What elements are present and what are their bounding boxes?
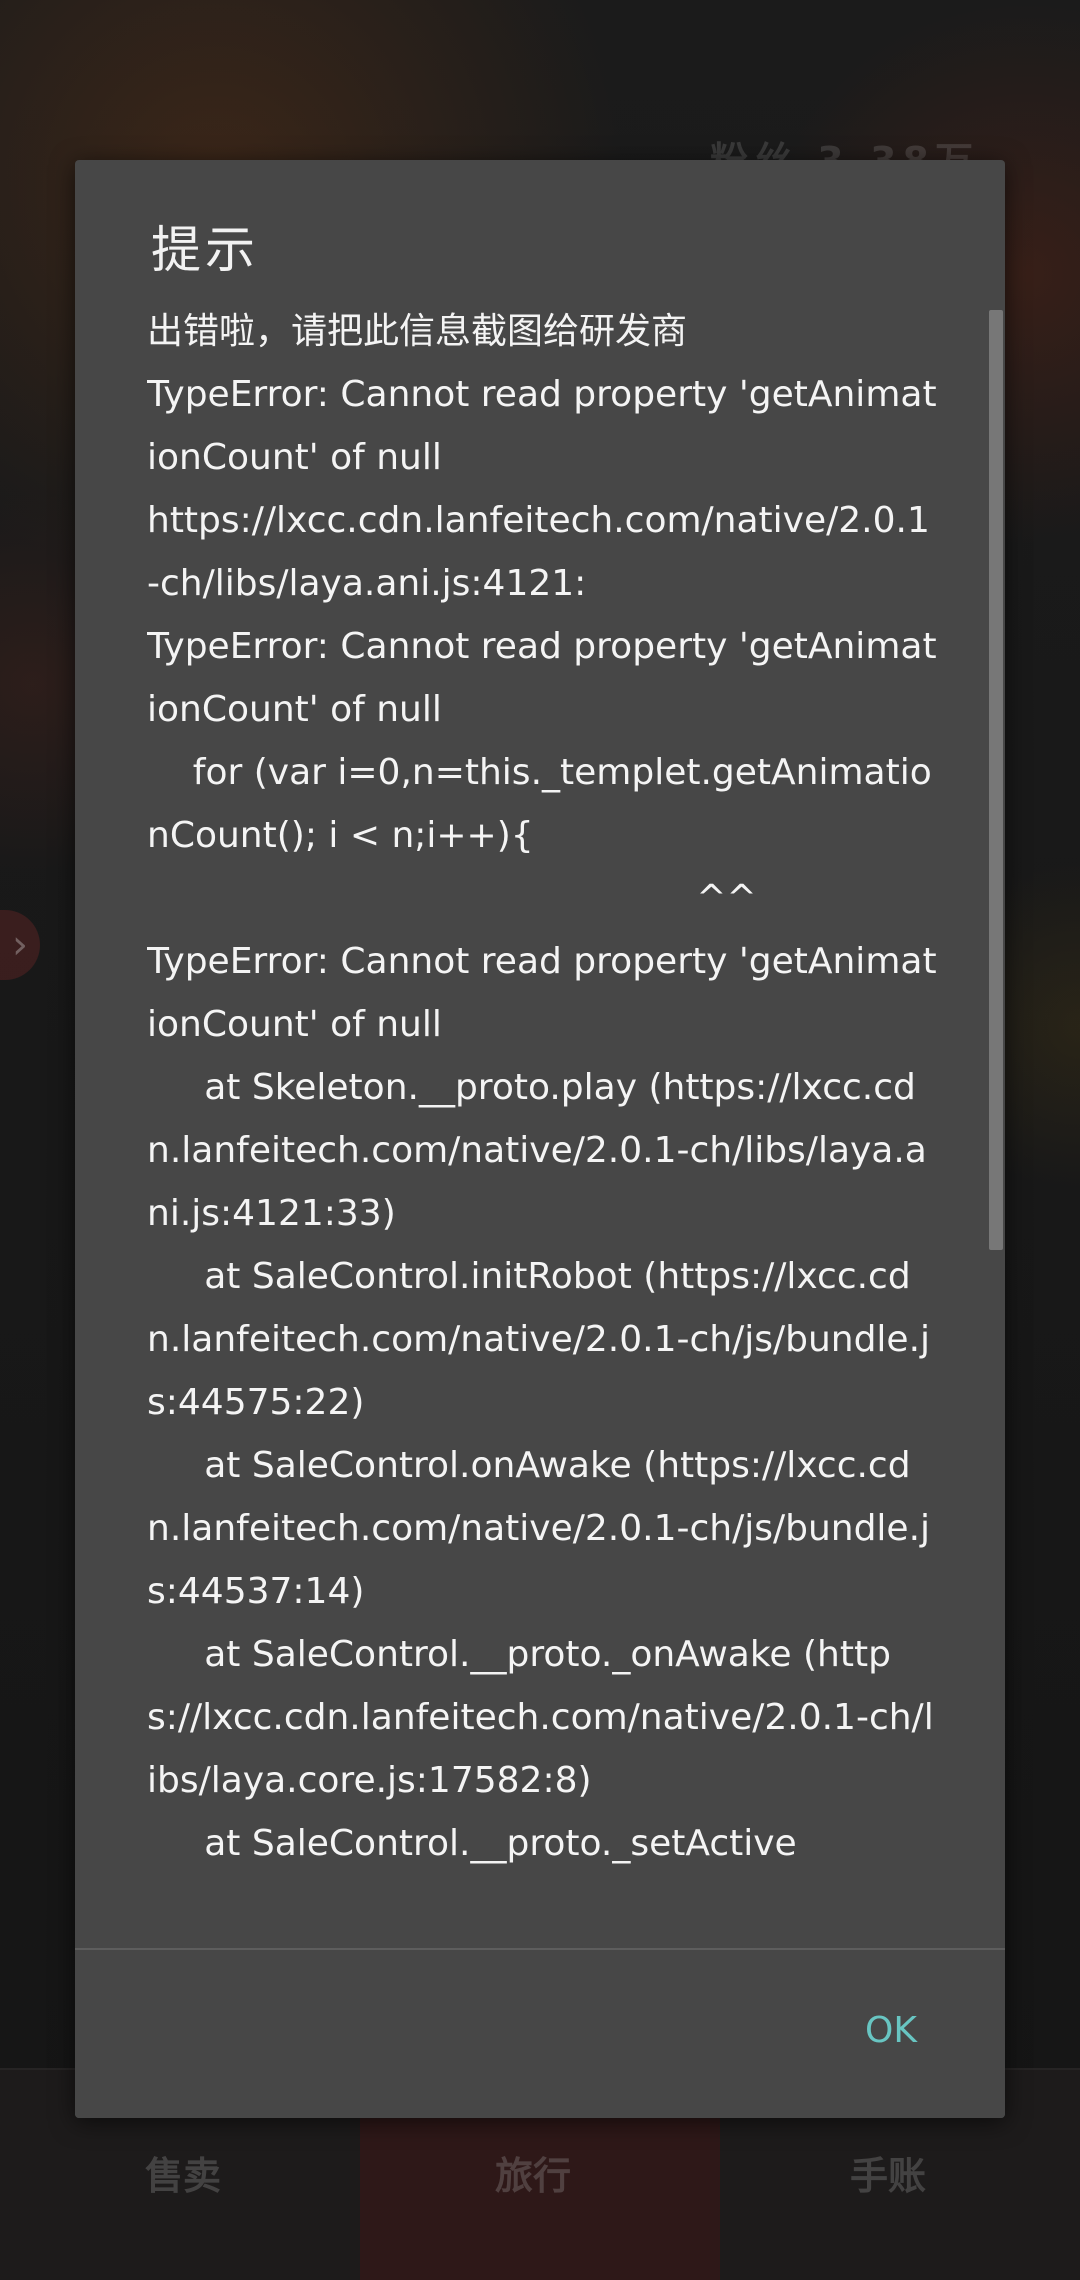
scrollbar[interactable] [989,310,1003,2100]
chevron-right-icon: › [0,910,40,980]
message-scroll-area[interactable]: 出错啦，请把此信息截图给研发商 TypeError: Cannot read p… [147,300,937,2090]
nav-item-travel: 旅行 [495,2154,572,2198]
scrollbar-thumb[interactable] [989,310,1003,1250]
dialog-title: 提示 [151,221,259,279]
nav-item-journal: 手账 [850,2154,927,2198]
error-message: 出错啦，请把此信息截图给研发商 TypeError: Cannot read p… [147,311,937,1864]
nav-item-sell: 售卖 [145,2154,222,2198]
ok-button[interactable]: OK [865,2010,917,2051]
dialog-footer: OK [75,1948,1005,2118]
error-dialog: 提示 出错啦，请把此信息截图给研发商 TypeError: Cannot rea… [75,160,1005,2118]
